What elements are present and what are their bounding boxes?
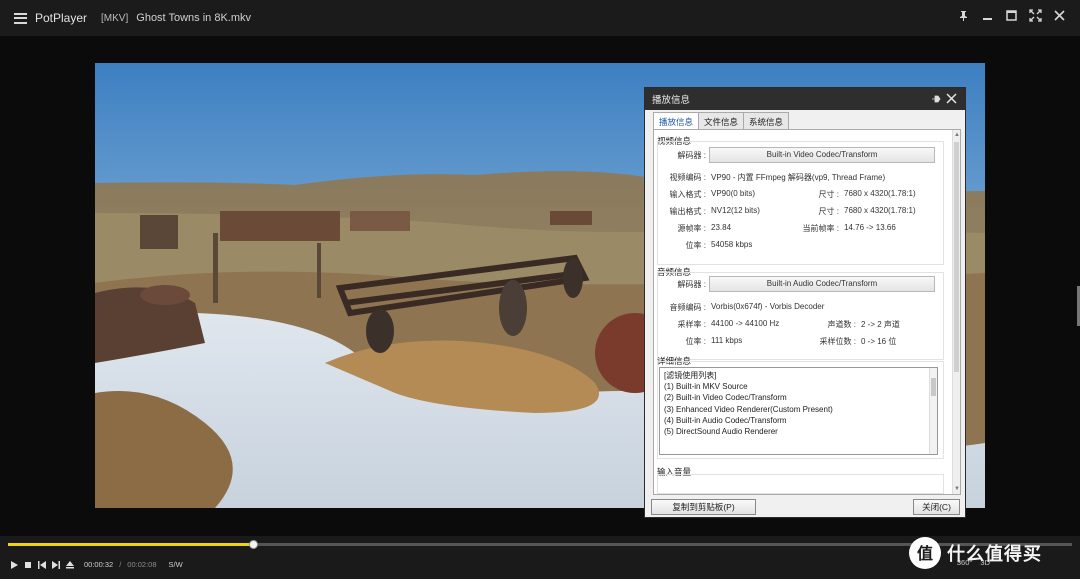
audio-decoder-label: 解码器 : bbox=[677, 280, 706, 289]
filter-list-item: (5) DirectSound Audio Renderer bbox=[664, 427, 778, 437]
previous-icon[interactable] bbox=[38, 560, 46, 569]
current-fps-label: 当前帧率 : bbox=[802, 224, 839, 233]
video-bitrate-label: 位率 : bbox=[685, 241, 706, 250]
panel-scrollbar[interactable]: ▲ ▼ bbox=[952, 130, 960, 494]
input-size-label: 尺寸 : bbox=[818, 190, 839, 199]
maximize-icon[interactable] bbox=[1005, 9, 1018, 22]
video-codec-value: VP90 - 内置 FFmpeg 解码器(vp9, Thread Frame) bbox=[711, 173, 886, 182]
tab-file-info[interactable]: 文件信息 bbox=[698, 112, 745, 129]
bit-depth-label: 采样位数 : bbox=[819, 337, 856, 346]
source-fps-value: 23.84 bbox=[711, 223, 732, 232]
filter-list-item: (3) Enhanced Video Renderer(Custom Prese… bbox=[664, 404, 833, 414]
window-controls bbox=[957, 9, 1066, 22]
filter-list-item: (1) Built-in MKV Source bbox=[664, 382, 748, 392]
file-name: Ghost Towns in 8K.mkv bbox=[136, 12, 251, 24]
sample-rate-value: 44100 -> 44100 Hz bbox=[711, 319, 780, 328]
output-size-label: 尺寸 : bbox=[818, 207, 839, 216]
dialog-title: 播放信息 bbox=[652, 95, 691, 106]
watermark-logo: 值 bbox=[909, 537, 941, 569]
pin-icon[interactable] bbox=[931, 94, 941, 104]
filter-list-item: (2) Built-in Video Codec/Transform bbox=[664, 393, 787, 403]
audio-bitrate-label: 位率 : bbox=[685, 337, 706, 346]
svg-text:值: 值 bbox=[917, 544, 933, 563]
bit-depth-value: 0 -> 16 位 bbox=[861, 337, 897, 346]
eject-icon[interactable] bbox=[66, 560, 74, 569]
minimize-icon[interactable] bbox=[981, 9, 994, 22]
filter-list-box[interactable]: [滤镜使用列表] (1) Built-in MKV Source (2) Bui… bbox=[659, 367, 938, 455]
file-format-tag: [MKV] bbox=[101, 12, 129, 24]
play-icon[interactable] bbox=[10, 560, 18, 569]
dialog-close-icon[interactable] bbox=[946, 93, 957, 104]
seek-bar-progress bbox=[8, 543, 253, 546]
stop-icon[interactable] bbox=[24, 561, 32, 569]
next-icon[interactable] bbox=[52, 560, 60, 569]
audio-codec-label: 音频编码 : bbox=[669, 303, 706, 312]
transport-controls: 00:00:32 / 00:02:08 S/W bbox=[10, 560, 183, 569]
audio-codec-value: Vorbis(0x674f) - Vorbis Decoder bbox=[711, 302, 825, 311]
menu-icon[interactable] bbox=[14, 12, 27, 24]
app-name[interactable]: PotPlayer bbox=[35, 11, 87, 25]
renderer-toggle[interactable]: S/W bbox=[169, 560, 183, 569]
audio-decoder-button[interactable]: Built-in Audio Codec/Transform bbox=[709, 276, 935, 292]
input-format-label: 输入格式 : bbox=[669, 190, 706, 199]
close-icon[interactable] bbox=[1053, 9, 1066, 22]
filter-list-scrollbar[interactable] bbox=[929, 368, 937, 454]
tab-system-info[interactable]: 系统信息 bbox=[743, 112, 790, 129]
source-fps-label: 源帧率 : bbox=[677, 224, 706, 233]
video-codec-label: 视频编码 : bbox=[669, 173, 706, 182]
audio-bitrate-value: 111 kbps bbox=[711, 336, 743, 345]
filter-list-item: (4) Built-in Audio Codec/Transform bbox=[664, 415, 787, 425]
total-time: 00:02:08 bbox=[127, 560, 157, 569]
site-watermark: 值 什么值得买 bbox=[909, 536, 1042, 570]
dialog-tabs: 播放信息 文件信息 系统信息 bbox=[653, 112, 790, 130]
seek-bar-thumb[interactable] bbox=[248, 540, 258, 549]
input-volume-group bbox=[657, 474, 944, 494]
copy-to-clipboard-button[interactable]: 复制到剪贴板(P) bbox=[651, 499, 756, 515]
current-time: 00:00:32 bbox=[84, 560, 114, 569]
output-size-value: 7680 x 4320(1.78:1) bbox=[844, 206, 916, 215]
pin-on-top-icon[interactable] bbox=[957, 9, 970, 22]
output-format-value: NV12(12 bits) bbox=[711, 206, 760, 215]
tab-playback-info[interactable]: 播放信息 bbox=[653, 112, 700, 130]
watermark-text: 什么值得买 bbox=[947, 544, 1042, 564]
dialog-title-bar[interactable]: 播放信息 bbox=[645, 88, 965, 110]
title-bar: PotPlayer [MKV] Ghost Towns in 8K.mkv bbox=[0, 0, 1080, 36]
output-format-label: 输出格式 : bbox=[669, 207, 706, 216]
filter-list-item: [滤镜使用列表] bbox=[664, 371, 717, 380]
sample-rate-label: 采样率 : bbox=[677, 320, 706, 329]
input-size-value: 7680 x 4320(1.78:1) bbox=[844, 189, 916, 198]
channels-value: 2 -> 2 声道 bbox=[861, 320, 900, 329]
info-panel: 视频信息 解码器 : Built-in Video Codec/Transfor… bbox=[653, 129, 961, 495]
current-fps-value: 14.76 -> 13.66 bbox=[844, 223, 896, 232]
dialog-close-button[interactable]: 关闭(C) bbox=[913, 499, 960, 515]
video-bitrate-value: 54058 kbps bbox=[711, 240, 753, 249]
fullscreen-icon[interactable] bbox=[1029, 9, 1042, 22]
playback-info-dialog: 播放信息 播放信息 文件信息 系统信息 视频信息 解码器 : Built-in … bbox=[644, 87, 966, 518]
video-decoder-label: 解码器 : bbox=[677, 151, 706, 160]
time-separator: / bbox=[119, 560, 122, 569]
input-format-value: VP90(0 bits) bbox=[711, 189, 756, 198]
video-decoder-button[interactable]: Built-in Video Codec/Transform bbox=[709, 147, 935, 163]
channels-label: 声道数 : bbox=[827, 320, 856, 329]
